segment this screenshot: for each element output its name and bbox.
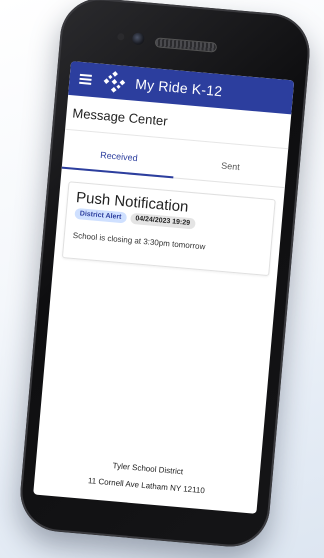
district-footer: Tyler School District 11 Cornell Ave Lat… — [34, 451, 260, 504]
category-badge: District Alert — [74, 207, 127, 224]
earpiece-speaker — [154, 37, 218, 53]
my-ride-logo-icon — [103, 71, 126, 93]
proximity-sensor — [117, 32, 125, 41]
phone-device: My Ride K-12 Message Center Received Sen… — [17, 0, 313, 550]
hamburger-menu-icon[interactable] — [79, 73, 92, 85]
scene-background: My Ride K-12 Message Center Received Sen… — [0, 0, 324, 558]
front-camera — [131, 32, 145, 46]
phone-screen: My Ride K-12 Message Center Received Sen… — [33, 61, 295, 514]
app-title: My Ride K-12 — [134, 75, 223, 100]
message-card[interactable]: Push Notification District Alert 04/24/2… — [61, 181, 276, 277]
message-body: School is closing at 3:30pm tomorrow — [72, 230, 206, 252]
tab-sent[interactable]: Sent — [173, 145, 287, 187]
